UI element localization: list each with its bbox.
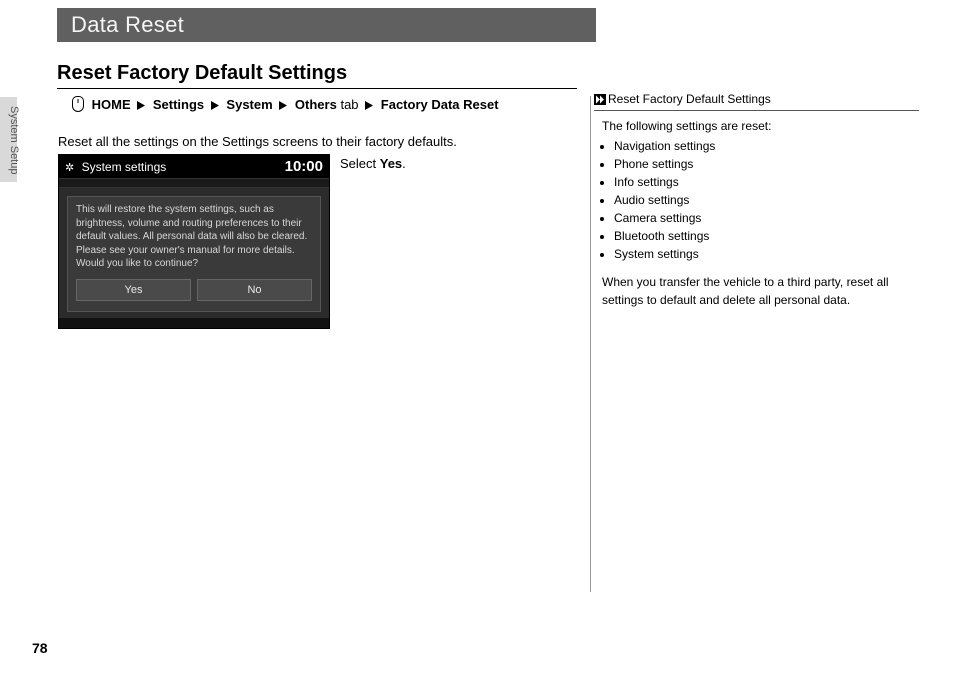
- sidebar-note: When you transfer the vehicle to a third…: [602, 273, 919, 309]
- intro-text: Reset all the settings on the Settings s…: [58, 134, 457, 149]
- sidebar-heading-row: Reset Factory Default Settings: [594, 92, 919, 111]
- vertical-rule: [590, 96, 591, 592]
- gear-icon: ✲: [65, 161, 74, 174]
- screenshot: ✲ System settings 10:00 This will restor…: [58, 154, 330, 329]
- instruction-bold: Yes: [380, 156, 402, 171]
- sidebar-body: The following settings are reset: Naviga…: [594, 117, 919, 309]
- section-title: Reset Factory Default Settings: [57, 62, 577, 85]
- no-button[interactable]: No: [197, 279, 312, 302]
- list-item: Info settings: [614, 173, 919, 191]
- chevron-right-icon: [365, 97, 374, 112]
- list-item: Navigation settings: [614, 137, 919, 155]
- list-item: System settings: [614, 245, 919, 263]
- screenshot-header: ✲ System settings 10:00: [59, 155, 329, 178]
- breadcrumb: HOME Settings System Others tab Factory …: [72, 96, 499, 112]
- yes-button[interactable]: Yes: [76, 279, 191, 302]
- instruction-prefix: Select: [340, 156, 380, 171]
- side-label: System Setup: [8, 106, 20, 174]
- screenshot-time: 10:00: [285, 158, 323, 175]
- sidebar: Reset Factory Default Settings The follo…: [594, 92, 919, 309]
- sidebar-lead: The following settings are reset:: [602, 117, 919, 135]
- chapter-banner: Data Reset: [57, 8, 596, 42]
- instruction: Select Yes.: [340, 156, 406, 171]
- list-item: Audio settings: [614, 191, 919, 209]
- list-item: Camera settings: [614, 209, 919, 227]
- reference-icon: [594, 94, 606, 108]
- screenshot-footer: [59, 318, 329, 328]
- sidebar-heading: Reset Factory Default Settings: [608, 92, 771, 106]
- screenshot-dialog: This will restore the system settings, s…: [67, 196, 321, 312]
- instruction-suffix: .: [402, 156, 406, 171]
- list-item: Phone settings: [614, 155, 919, 173]
- dialog-message: This will restore the system settings, s…: [76, 203, 312, 271]
- screenshot-body: This will restore the system settings, s…: [59, 188, 329, 318]
- sidebar-list: Navigation settings Phone settings Info …: [602, 137, 919, 263]
- chevron-right-icon: [137, 97, 146, 112]
- bc-others: Others: [295, 97, 337, 112]
- bc-settings: Settings: [153, 97, 204, 112]
- mouse-icon: [72, 96, 84, 112]
- screenshot-tabbar: [59, 178, 329, 188]
- screenshot-header-label: System settings: [82, 160, 167, 174]
- bc-system: System: [226, 97, 272, 112]
- bc-others-suffix-text: tab: [340, 97, 358, 112]
- chevron-right-icon: [211, 97, 220, 112]
- section-hr: [57, 88, 577, 89]
- page-number: 78: [32, 640, 48, 656]
- bc-factory: Factory Data Reset: [381, 97, 499, 112]
- bc-home: HOME: [92, 97, 131, 112]
- list-item: Bluetooth settings: [614, 227, 919, 245]
- chevron-right-icon: [279, 97, 288, 112]
